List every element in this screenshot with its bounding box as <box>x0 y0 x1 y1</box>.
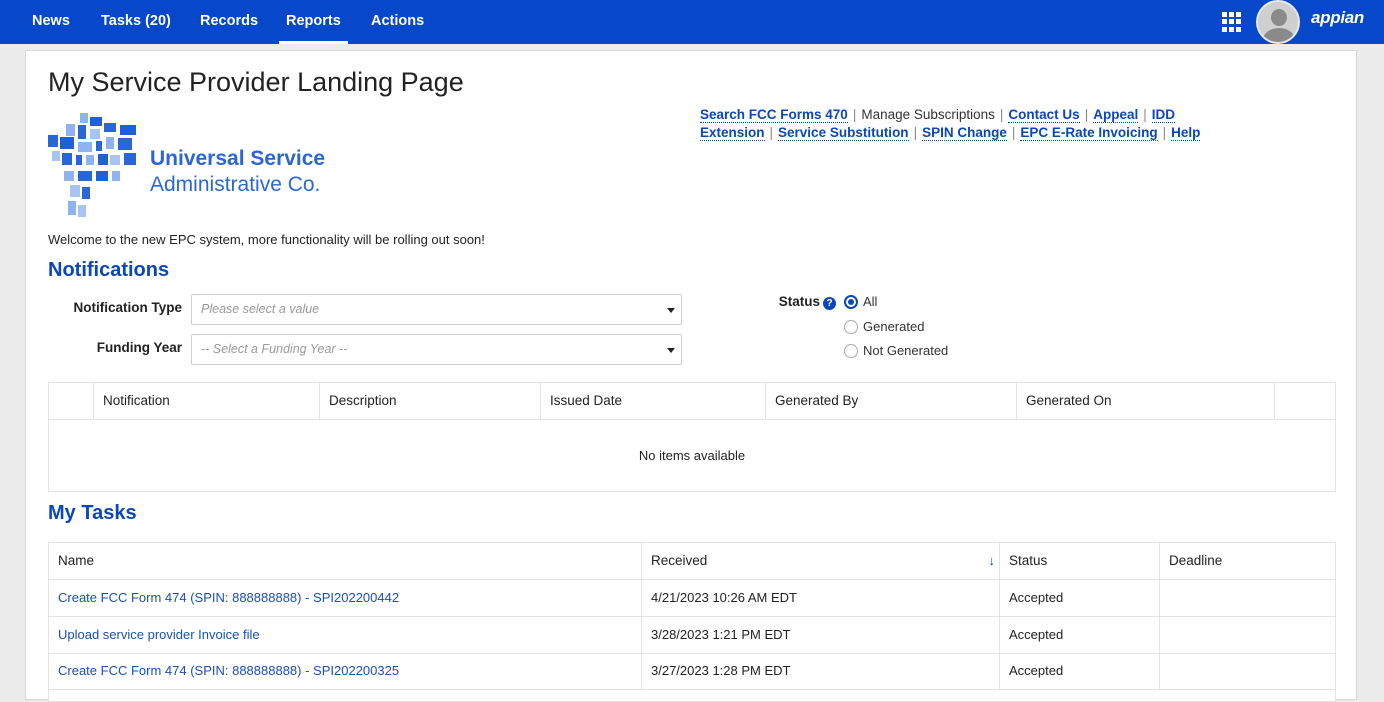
table-row: Create FCC Form 474 (SPIN: 888888888) - … <box>49 653 1335 690</box>
link-contact-us[interactable]: Contact Us <box>1008 107 1080 123</box>
task-status: Accepted <box>1000 653 1160 689</box>
logo-text-line2: Administrative Co. <box>150 173 321 196</box>
task-status: Accepted <box>1000 580 1160 616</box>
status-radio-generated[interactable]: Generated <box>844 319 924 334</box>
notifications-grid-header: Notification Description Issued Date Gen… <box>49 383 1335 420</box>
appian-logo: appian <box>1311 8 1364 27</box>
funding-year-placeholder: -- Select a Funding Year -- <box>201 342 348 356</box>
status-label-group: Status? <box>726 294 836 310</box>
page-title: My Service Provider Landing Page <box>48 67 464 97</box>
link-search-fcc-forms-470[interactable]: Search FCC Forms 470 <box>700 107 848 123</box>
column-header-deadline[interactable]: Deadline <box>1160 543 1336 580</box>
help-icon[interactable]: ? <box>823 297 836 310</box>
nav-tasks[interactable]: Tasks (20) <box>101 0 171 44</box>
table-row: Create FCC Form 474 (SPIN: 888888888) - … <box>49 580 1335 617</box>
link-appeal[interactable]: Appeal <box>1093 107 1139 123</box>
status-label: Status <box>778 294 820 309</box>
link-separator: | <box>852 107 857 122</box>
nav-news[interactable]: News <box>32 0 70 44</box>
main-content-card: My Service Provider Landing Page Univers… <box>25 50 1357 702</box>
table-row: Upload service provider Invoice file 3/2… <box>49 617 1335 654</box>
notifications-heading: Notifications <box>48 259 170 281</box>
link-spin-change[interactable]: SPIN Change <box>922 125 1007 141</box>
app-launcher-icon[interactable] <box>1222 12 1242 32</box>
task-name-link[interactable]: Create FCC Form 474 (SPIN: 888888888) - … <box>49 580 642 616</box>
link-service-substitution[interactable]: Service Substitution <box>778 125 909 141</box>
column-header-status[interactable]: Status <box>1000 543 1160 580</box>
column-header-issued-date[interactable]: Issued Date <box>541 383 766 420</box>
column-header-name[interactable]: Name <box>49 543 642 580</box>
usac-logo: Universal Service Administrative Co. <box>46 109 356 221</box>
status-radio-not-generated[interactable]: Not Generated <box>844 343 948 358</box>
link-help[interactable]: Help <box>1171 125 1201 141</box>
funding-year-dropdown[interactable]: -- Select a Funding Year -- <box>191 334 682 365</box>
usac-logo-mark <box>48 113 136 217</box>
notifications-grid: Notification Description Issued Date Gen… <box>48 382 1336 492</box>
user-silhouette-body <box>1263 28 1295 42</box>
status-option-label: All <box>863 294 878 309</box>
link-separator: | <box>1162 125 1167 140</box>
column-header-received[interactable]: Received ↓ <box>642 543 1000 580</box>
link-separator: | <box>1011 125 1016 140</box>
task-received: 4/21/2023 10:26 AM EDT <box>642 580 1000 616</box>
arrow-down-icon[interactable]: ↓ <box>989 543 996 579</box>
notification-type-label: Notification Type <box>73 300 182 315</box>
link-separator: | <box>769 125 774 140</box>
column-header-actions <box>1275 383 1335 420</box>
task-deadline <box>1160 617 1336 653</box>
column-header-generated-on[interactable]: Generated On <box>1017 383 1275 420</box>
logo-text-line1: Universal Service <box>150 147 326 170</box>
radio-selected-icon <box>844 295 858 309</box>
status-option-label: Not Generated <box>863 343 949 358</box>
quick-links: Search FCC Forms 470 | Manage Subscription… <box>700 106 1300 142</box>
tasks-grid: Name Received ↓ Status Deadline Create F… <box>48 542 1336 702</box>
radio-unselected-icon <box>844 344 858 358</box>
column-header-select <box>49 383 94 420</box>
chevron-down-icon <box>667 348 675 353</box>
radio-unselected-icon <box>844 320 858 334</box>
notification-type-placeholder: Please select a value <box>201 302 320 316</box>
task-status: Accepted <box>1000 617 1160 653</box>
task-received: 3/27/2023 1:28 PM EDT <box>642 653 1000 689</box>
task-deadline <box>1160 580 1336 616</box>
task-received: 3/28/2023 1:21 PM EDT <box>642 617 1000 653</box>
link-separator: | <box>1084 107 1089 122</box>
empty-state-message: No items available <box>638 448 746 463</box>
nav-records[interactable]: Records <box>200 0 258 44</box>
my-tasks-heading: My Tasks <box>48 502 137 524</box>
link-separator: | <box>999 107 1004 122</box>
status-option-label: Generated <box>863 319 925 334</box>
link-separator: | <box>1143 107 1147 122</box>
link-separator: | <box>913 125 918 140</box>
column-header-description[interactable]: Description <box>320 383 541 420</box>
user-avatar[interactable] <box>1256 0 1300 44</box>
column-header-generated-by[interactable]: Generated By <box>766 383 1017 420</box>
column-header-notification[interactable]: Notification <box>94 383 320 420</box>
link-manage-subscriptions[interactable]: Manage Subscriptions <box>861 107 995 122</box>
column-header-received-label: Received <box>651 553 708 568</box>
nav-actions[interactable]: Actions <box>371 0 424 44</box>
link-epc-erate-invoicing[interactable]: EPC E-Rate Invoicing <box>1020 125 1158 141</box>
chevron-down-icon <box>667 308 675 313</box>
nav-reports[interactable]: Reports <box>279 0 348 44</box>
welcome-message: Welcome to the new EPC system, more func… <box>48 232 485 247</box>
task-deadline <box>1160 653 1336 689</box>
notification-type-dropdown[interactable]: Please select a value <box>191 294 682 325</box>
tasks-grid-header: Name Received ↓ Status Deadline <box>49 543 1335 580</box>
funding-year-label: Funding Year <box>96 340 182 355</box>
user-silhouette-icon <box>1271 9 1287 26</box>
task-name-link[interactable]: Create FCC Form 474 (SPIN: 888888888) - … <box>49 653 642 689</box>
status-radio-all[interactable]: All <box>844 294 877 309</box>
top-nav-bar: News Tasks (20) Records Reports Actions … <box>0 0 1384 44</box>
task-name-link[interactable]: Upload service provider Invoice file <box>49 617 642 653</box>
